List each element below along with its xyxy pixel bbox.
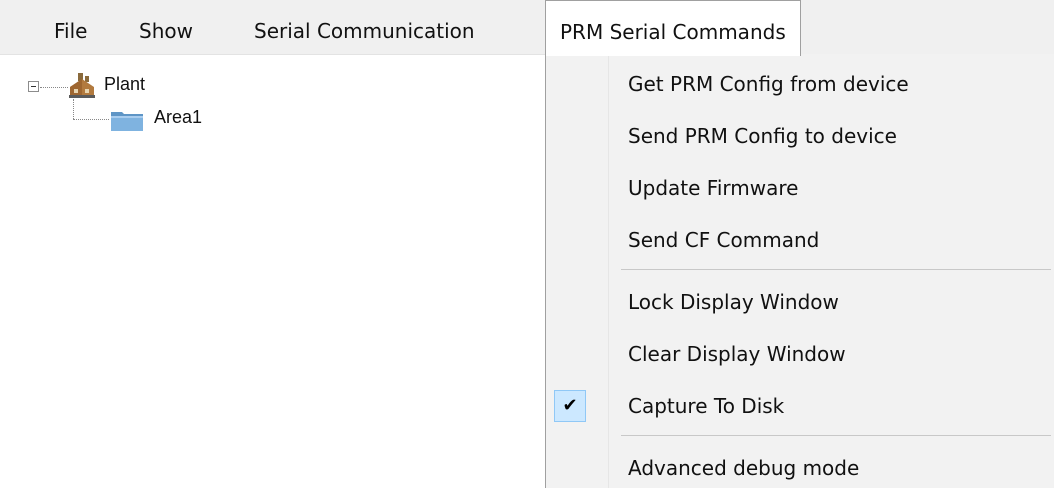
menuitem-label: Capture To Disk (628, 394, 785, 418)
menu-prm-serial-commands[interactable]: PRM Serial Commands (545, 0, 801, 56)
menuitem-label: Get PRM Config from device (628, 72, 909, 96)
menuitem-get-prm-config[interactable]: Get PRM Config from device (546, 58, 1054, 110)
menu-separator (621, 269, 1051, 270)
menu-bar: File Show Serial Communication PRM Seria… (0, 0, 1054, 56)
factory-icon (69, 73, 95, 98)
menuitem-update-firmware[interactable]: Update Firmware (546, 162, 1054, 214)
collapse-toggle[interactable] (28, 81, 39, 92)
menuitem-label: Clear Display Window (628, 342, 846, 366)
menu-file[interactable]: File (40, 0, 101, 54)
folder-icon (111, 112, 143, 131)
plant-tree: Plant Area1 (0, 55, 545, 488)
menuitem-label: Lock Display Window (628, 290, 839, 314)
menuitem-lock-display-window[interactable]: Lock Display Window (546, 276, 1054, 328)
tree-node-label: Plant (104, 74, 146, 94)
menuitem-advanced-debug-mode[interactable]: Advanced debug mode (546, 442, 1054, 488)
menuitem-label: Advanced debug mode (628, 456, 860, 480)
menu-serial-communication[interactable]: Serial Communication (240, 0, 489, 54)
menuitem-label: Send PRM Config to device (628, 124, 897, 148)
menuitem-send-prm-config[interactable]: Send PRM Config to device (546, 110, 1054, 162)
tree-connector (40, 87, 68, 88)
menu-separator (621, 435, 1051, 436)
tree-connector (73, 119, 109, 120)
application-window: File Show Serial Communication PRM Seria… (0, 0, 1054, 488)
checkmark-icon: ✔ (554, 390, 586, 422)
menu-show[interactable]: Show (125, 0, 207, 54)
menuitem-capture-to-disk[interactable]: ✔ Capture To Disk (546, 380, 1054, 432)
prm-serial-commands-dropdown: Get PRM Config from device Send PRM Conf… (545, 54, 1054, 488)
menuitem-clear-display-window[interactable]: Clear Display Window (546, 328, 1054, 380)
tree-connector (73, 99, 74, 119)
tree-node-label: Area1 (154, 107, 203, 127)
menuitem-label: Send CF Command (628, 228, 820, 252)
menuitem-label: Update Firmware (628, 176, 799, 200)
menuitem-send-cf-command[interactable]: Send CF Command (546, 214, 1054, 266)
